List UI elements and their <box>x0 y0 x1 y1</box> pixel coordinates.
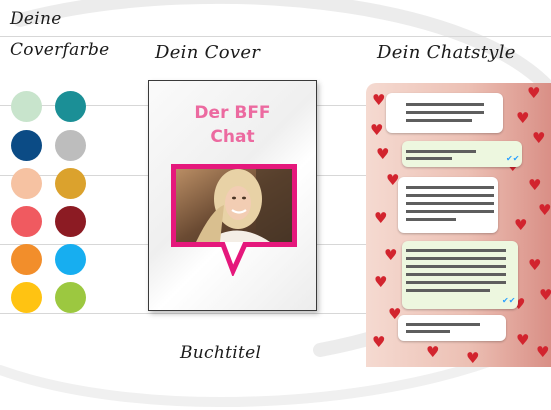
heart-icon: ♥ <box>528 256 542 274</box>
heading-buchtitel: Buchtitel <box>180 343 262 363</box>
heart-icon: ♥ <box>466 349 480 367</box>
color-swatch-peach[interactable] <box>11 168 42 199</box>
color-swatch-mint[interactable] <box>11 91 42 122</box>
heart-icon: ♥ <box>528 176 542 194</box>
heart-icon: ♥ <box>372 333 386 351</box>
double-check-icon: ✔✔ <box>506 154 520 163</box>
ruled-line <box>0 36 551 37</box>
heading-dein-cover: Dein Cover <box>155 42 261 63</box>
text-line <box>406 218 456 221</box>
heart-icon: ♥ <box>374 273 388 291</box>
color-swatch-yellow[interactable] <box>11 282 42 313</box>
heart-icon: ♥ <box>384 246 398 264</box>
text-line <box>406 194 494 197</box>
chat-bubble-incoming <box>398 177 498 233</box>
text-line <box>406 157 452 160</box>
heart-icon: ♥ <box>370 121 384 139</box>
color-swatch-gray[interactable] <box>55 130 86 161</box>
chat-bubble-incoming <box>398 315 506 341</box>
speech-bubble-tail <box>220 242 249 276</box>
text-line <box>406 210 494 213</box>
text-line <box>406 281 506 284</box>
text-line <box>406 150 476 153</box>
chat-bubble-outgoing: ✔✔ <box>402 141 522 167</box>
color-swatch-sky-blue[interactable] <box>55 244 86 275</box>
text-line <box>406 202 494 205</box>
chat-bubble-incoming <box>386 93 503 133</box>
text-line <box>406 289 490 292</box>
text-line <box>406 103 484 106</box>
heart-icon: ♥ <box>374 209 388 227</box>
heart-icon: ♥ <box>376 145 390 163</box>
text-line <box>406 111 484 114</box>
cover-title-line1: Der BFF <box>194 103 271 123</box>
heart-icon: ♥ <box>426 343 440 361</box>
heading-coverfarbe: Coverfarbe <box>10 40 110 60</box>
text-line <box>406 273 506 276</box>
heart-icon: ♥ <box>372 91 386 109</box>
heart-icon: ♥ <box>539 286 551 304</box>
cover-photo-frame <box>171 164 297 247</box>
heading-dein-chatstyle: Dein Chatstyle <box>377 42 516 63</box>
color-swatch-coral[interactable] <box>11 206 42 237</box>
heart-icon: ♥ <box>516 109 530 127</box>
heart-icon: ♥ <box>516 331 530 349</box>
text-line <box>406 330 450 333</box>
heart-icon: ♥ <box>514 216 528 234</box>
heading-deine: Deine <box>10 9 62 29</box>
heart-icon: ♥ <box>527 84 541 102</box>
chat-bubble-outgoing: ✔✔ <box>402 241 518 309</box>
text-line <box>406 265 506 268</box>
color-swatch-lime[interactable] <box>55 282 86 313</box>
color-swatch-navy[interactable] <box>11 130 42 161</box>
text-line <box>406 186 494 189</box>
color-swatch-orange[interactable] <box>11 244 42 275</box>
color-swatch-teal[interactable] <box>55 91 86 122</box>
chatstyle-preview[interactable]: ♥ ♥ ♥ ♥ ♥ ♥ ♥ ♥ ♥ ♥ ♥ ♥ ♥ ♥ ♥ ♥ ♥ ♥ ♥ ♥ … <box>366 83 551 367</box>
color-swatch-burgundy[interactable] <box>55 206 86 237</box>
text-line <box>406 249 506 252</box>
text-line <box>406 323 480 326</box>
heart-icon: ♥ <box>538 201 551 219</box>
double-check-icon: ✔✔ <box>502 296 516 305</box>
cover-title-line2: Chat <box>210 127 255 147</box>
text-line <box>406 257 506 260</box>
color-swatch-mustard[interactable] <box>55 168 86 199</box>
heart-icon: ♥ <box>536 343 550 361</box>
cover-preview[interactable]: Der BFF Chat <box>148 80 317 311</box>
text-line <box>406 119 472 122</box>
heart-icon: ♥ <box>532 129 546 147</box>
cover-photo <box>176 169 292 242</box>
